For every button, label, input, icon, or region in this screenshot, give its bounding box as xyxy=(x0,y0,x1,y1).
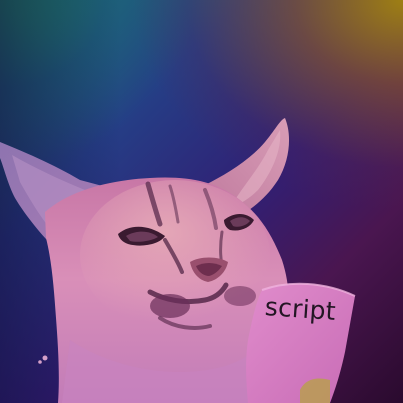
image-canvas: script xyxy=(0,0,403,403)
muzzle-patch-left xyxy=(150,294,190,318)
muzzle-patch-right xyxy=(224,286,256,306)
speck xyxy=(38,360,42,364)
caracal-illustration xyxy=(0,118,356,403)
speck xyxy=(42,355,48,361)
note-text: script xyxy=(263,292,337,326)
